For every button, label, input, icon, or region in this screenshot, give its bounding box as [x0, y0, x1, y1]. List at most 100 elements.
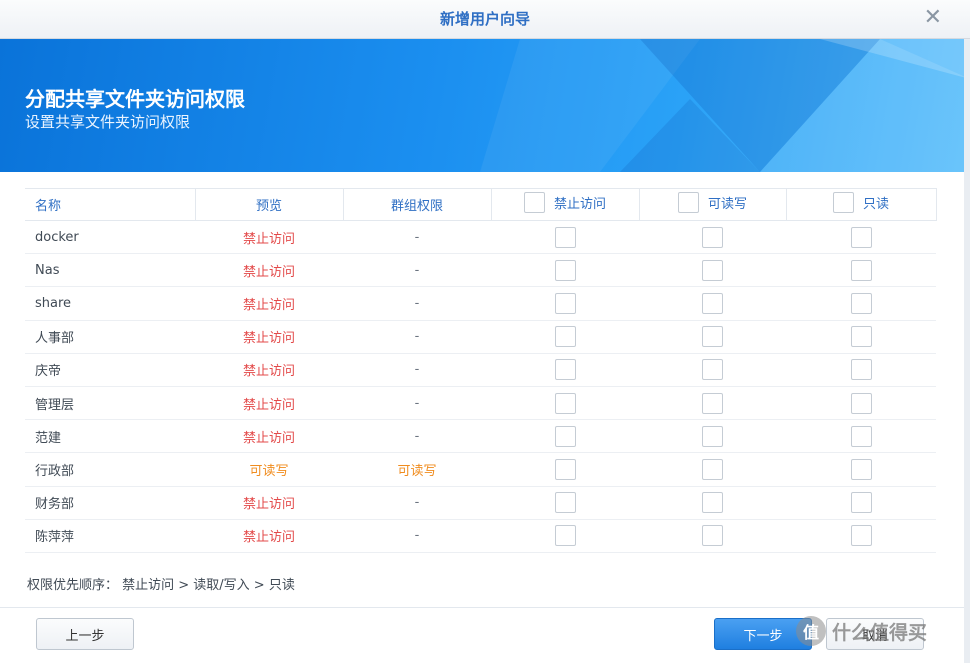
readwrite-checkbox[interactable] [702, 326, 723, 348]
table-row[interactable]: 财务部 禁止访问 - [25, 486, 936, 520]
group-permission: - [343, 353, 491, 387]
preview-permission: 禁止访问 [195, 286, 343, 321]
readonly-cell [786, 486, 936, 520]
readwrite-checkbox[interactable] [702, 458, 723, 480]
readwrite-checkbox[interactable] [702, 392, 723, 414]
deny-cell [491, 320, 639, 354]
column-header-group[interactable]: 群组权限 [343, 188, 492, 221]
readwrite-checkbox[interactable] [702, 425, 723, 447]
table-row[interactable]: 行政部 可读写 可读写 [25, 452, 936, 487]
column-header-name[interactable]: 名称 [25, 188, 196, 221]
deny-cell [491, 353, 639, 387]
group-permission: - [343, 253, 491, 288]
folder-name: 庆帝 [25, 353, 195, 387]
readonly-cell [786, 353, 936, 387]
readonly-all-checkbox[interactable] [832, 192, 854, 213]
readwrite-checkbox[interactable] [702, 292, 723, 314]
preview-permission: 禁止访问 [195, 353, 343, 387]
folder-name: 财务部 [25, 486, 195, 520]
readwrite-cell [639, 519, 786, 553]
deny-checkbox[interactable] [554, 458, 576, 480]
table-row[interactable]: 陈萍萍 禁止访问 - [25, 519, 936, 553]
deny-cell [491, 253, 639, 288]
readonly-checkbox[interactable] [850, 525, 872, 547]
readwrite-cell [639, 386, 786, 421]
folder-name: 行政部 [25, 452, 195, 487]
deny-cell [491, 486, 639, 520]
readonly-checkbox[interactable] [850, 259, 872, 281]
readonly-checkbox[interactable] [850, 425, 872, 447]
column-header-preview[interactable]: 预览 [195, 188, 344, 221]
deny-checkbox[interactable] [554, 359, 576, 381]
folder-name: docker [25, 220, 195, 255]
table-row[interactable]: Nas 禁止访问 - [25, 253, 936, 288]
deny-cell [491, 452, 639, 487]
deny-checkbox[interactable] [554, 425, 576, 447]
readwrite-cell [639, 286, 786, 321]
deny-checkbox[interactable] [554, 326, 576, 348]
readonly-cell [786, 320, 936, 354]
readwrite-checkbox[interactable] [702, 359, 723, 381]
readwrite-checkbox[interactable] [702, 492, 723, 514]
table-row[interactable]: docker 禁止访问 - [25, 220, 936, 255]
table-row[interactable]: 范建 禁止访问 - [25, 419, 936, 454]
readonly-checkbox[interactable] [850, 492, 872, 514]
readwrite-cell [639, 253, 786, 288]
readwrite-cell [639, 320, 786, 354]
window-titlebar: 新增用户向导 ✕ [0, 0, 970, 39]
readonly-cell [786, 286, 936, 321]
preview-permission: 禁止访问 [195, 519, 343, 553]
deny-checkbox[interactable] [554, 525, 576, 547]
readonly-header-label: 只读 [862, 197, 889, 212]
readonly-checkbox[interactable] [850, 292, 872, 314]
group-permission: - [343, 286, 491, 321]
folder-name: Nas [25, 253, 195, 288]
readonly-checkbox[interactable] [850, 392, 872, 414]
readwrite-checkbox[interactable] [702, 259, 723, 281]
deny-checkbox[interactable] [554, 259, 576, 281]
watermark-logo: 值 [796, 616, 826, 646]
table-row[interactable]: 庆帝 禁止访问 - [25, 353, 936, 387]
folder-name: 管理层 [25, 386, 195, 421]
column-header-readonly: 只读 [786, 188, 937, 221]
readonly-cell [786, 419, 936, 454]
group-permission: - [343, 486, 491, 520]
preview-permission: 禁止访问 [195, 320, 343, 354]
readonly-cell [786, 220, 936, 255]
folder-name: 人事部 [25, 320, 195, 354]
preview-permission: 禁止访问 [195, 386, 343, 421]
readonly-cell [786, 253, 936, 288]
column-header-readwrite: 可读写 [639, 188, 787, 221]
table-header-row: 名称 预览 群组权限 禁止访问 可读写 只读 [25, 188, 937, 221]
table-row[interactable]: 管理层 禁止访问 - [25, 386, 936, 421]
readonly-checkbox[interactable] [850, 326, 872, 348]
readonly-checkbox[interactable] [850, 359, 872, 381]
deny-checkbox[interactable] [554, 226, 576, 248]
footer-divider [0, 607, 964, 608]
deny-checkbox[interactable] [554, 492, 576, 514]
deny-cell [491, 286, 639, 321]
watermark-text: 什么值得买 [832, 621, 928, 644]
table-row[interactable]: share 禁止访问 - [25, 286, 936, 321]
step-title: 分配共享文件夹访问权限 [25, 87, 245, 111]
readwrite-all-checkbox[interactable] [677, 192, 699, 213]
readonly-checkbox[interactable] [850, 458, 872, 480]
wizard-content: 名称 预览 群组权限 禁止访问 可读写 只读 docker 禁止访问 - Nas 禁止访… [0, 172, 964, 663]
deny-checkbox[interactable] [554, 392, 576, 414]
column-header-deny: 禁止访问 [491, 188, 640, 221]
readwrite-cell [639, 452, 786, 487]
deny-cell [491, 519, 639, 553]
permission-table: 名称 预览 群组权限 禁止访问 可读写 只读 docker 禁止访问 - Nas 禁止访… [25, 188, 937, 553]
table-row[interactable]: 人事部 禁止访问 - [25, 320, 936, 354]
readwrite-checkbox[interactable] [702, 525, 723, 547]
priority-note: 权限优先顺序： 禁止访问 > 读取/写入 > 只读 [27, 578, 295, 593]
readonly-checkbox[interactable] [850, 226, 872, 248]
readwrite-checkbox[interactable] [702, 226, 723, 248]
group-permission: 可读写 [343, 452, 491, 487]
group-permission: - [343, 386, 491, 421]
close-icon[interactable]: ✕ [924, 6, 942, 30]
back-button[interactable]: 上一步 [36, 618, 134, 650]
preview-permission: 可读写 [195, 452, 343, 487]
deny-all-checkbox[interactable] [523, 192, 545, 213]
deny-checkbox[interactable] [554, 292, 576, 314]
